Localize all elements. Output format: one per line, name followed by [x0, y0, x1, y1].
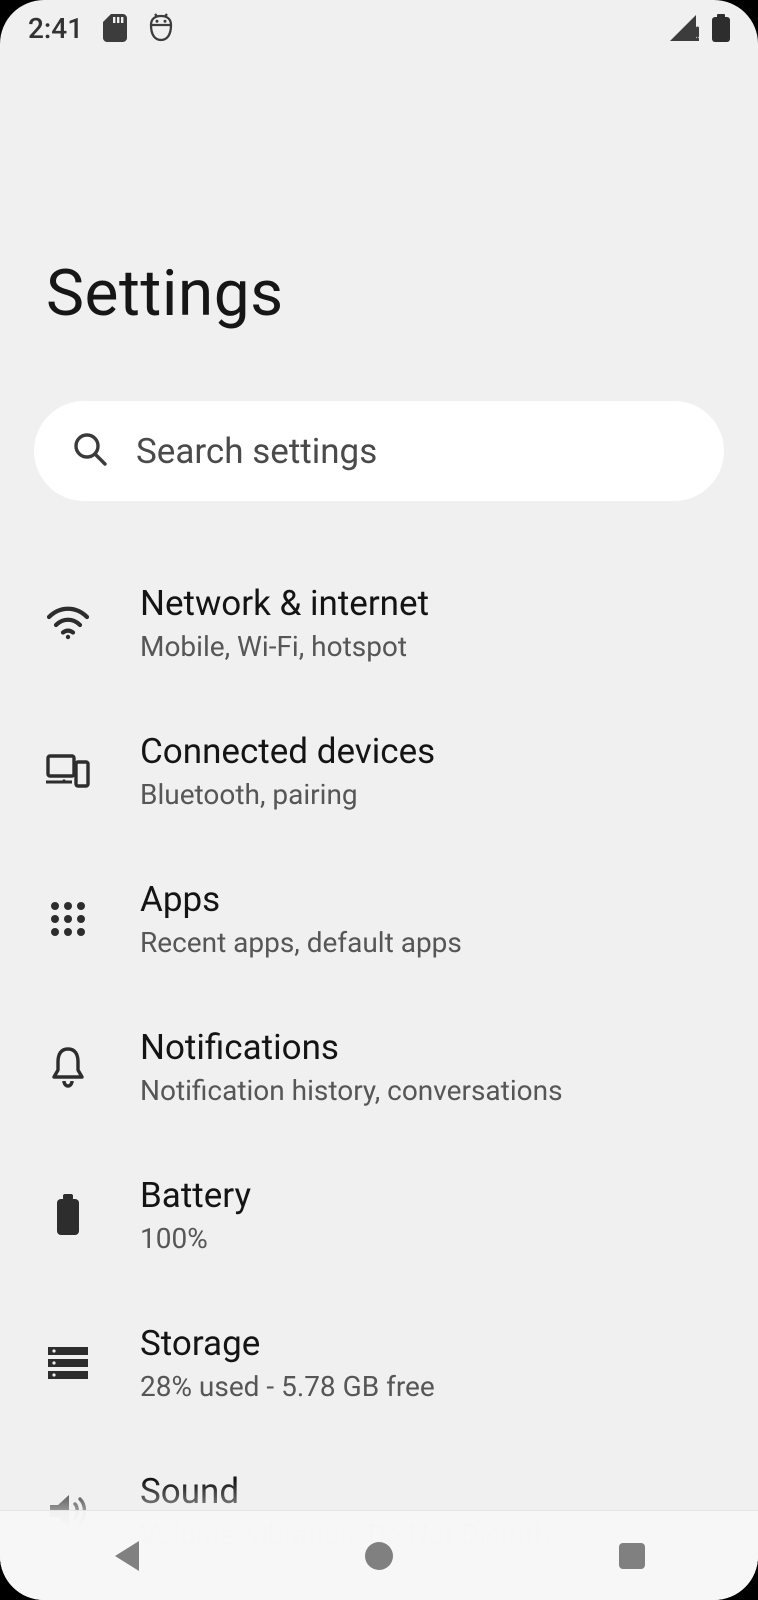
item-title: Apps — [140, 879, 462, 920]
item-subtitle: 100% — [140, 1222, 251, 1255]
search-settings[interactable]: Search settings — [34, 401, 724, 501]
battery-icon — [46, 1193, 90, 1237]
settings-list: Network & internet Mobile, Wi-Fi, hotspo… — [0, 501, 758, 1585]
settings-item-connected-devices[interactable]: Connected devices Bluetooth, pairing — [0, 697, 758, 845]
signal-icon — [670, 15, 700, 41]
status-left: 2:41 — [28, 12, 175, 45]
settings-item-notifications[interactable]: Notifications Notification history, conv… — [0, 993, 758, 1141]
item-subtitle: 28% used - 5.78 GB free — [140, 1370, 435, 1403]
storage-icon — [46, 1341, 90, 1385]
settings-item-battery[interactable]: Battery 100% — [0, 1141, 758, 1289]
settings-screen: 2:41 Settings Search settings — [0, 0, 758, 1600]
settings-item-network-internet[interactable]: Network & internet Mobile, Wi-Fi, hotspo… — [0, 549, 758, 697]
item-text: Apps Recent apps, default apps — [140, 879, 462, 959]
battery-status-icon — [712, 14, 730, 42]
android-debug-icon — [147, 13, 175, 43]
item-title: Connected devices — [140, 731, 435, 772]
item-title: Notifications — [140, 1027, 563, 1068]
item-subtitle: Bluetooth, pairing — [140, 778, 435, 811]
nav-recents-button[interactable] — [552, 1526, 712, 1586]
settings-item-storage[interactable]: Storage 28% used - 5.78 GB free — [0, 1289, 758, 1437]
item-text: Storage 28% used - 5.78 GB free — [140, 1323, 435, 1403]
item-subtitle: Mobile, Wi-Fi, hotspot — [140, 630, 429, 663]
page-title: Settings — [0, 56, 758, 401]
search-icon — [72, 431, 108, 471]
search-placeholder: Search settings — [136, 431, 377, 472]
status-right — [670, 14, 730, 42]
item-title: Sound — [140, 1471, 550, 1512]
item-title: Battery — [140, 1175, 251, 1216]
bell-icon — [46, 1045, 90, 1089]
devices-icon — [46, 749, 90, 793]
item-subtitle: Recent apps, default apps — [140, 926, 462, 959]
item-subtitle: Notification history, conversations — [140, 1074, 563, 1107]
wifi-icon — [46, 601, 90, 645]
nav-back-button[interactable] — [46, 1526, 206, 1586]
content-area[interactable]: Settings Search settings Network & inter… — [0, 56, 758, 1600]
apps-grid-icon — [46, 897, 90, 941]
sdcard-icon — [103, 14, 127, 42]
navigation-bar — [0, 1510, 758, 1600]
item-text: Notifications Notification history, conv… — [140, 1027, 563, 1107]
item-text: Battery 100% — [140, 1175, 251, 1255]
settings-item-apps[interactable]: Apps Recent apps, default apps — [0, 845, 758, 993]
item-title: Storage — [140, 1323, 435, 1364]
status-time: 2:41 — [28, 12, 83, 45]
item-text: Connected devices Bluetooth, pairing — [140, 731, 435, 811]
item-title: Network & internet — [140, 583, 429, 624]
item-text: Network & internet Mobile, Wi-Fi, hotspo… — [140, 583, 429, 663]
status-bar: 2:41 — [0, 0, 758, 56]
nav-home-button[interactable] — [299, 1526, 459, 1586]
